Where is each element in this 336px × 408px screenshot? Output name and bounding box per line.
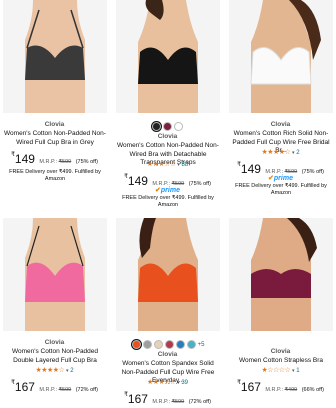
rating[interactable]: ★★★☆☆ ▾ 88 — [113, 161, 222, 169]
chevron-down-icon: ▾ — [292, 368, 295, 374]
price: 167 — [240, 380, 261, 394]
rating-count: 88 — [181, 162, 189, 168]
price-row: ₹167 M.R.P.: ₹599 (72% off) — [124, 392, 211, 406]
brand-label: Clovia — [157, 351, 178, 358]
price: 167 — [14, 380, 35, 394]
color-swatch[interactable] — [175, 340, 185, 349]
chevron-down-icon: ▾ — [66, 368, 69, 374]
color-swatch[interactable] — [174, 122, 183, 131]
rating-count: 1 — [296, 368, 300, 374]
more-colors-link[interactable]: +5 — [198, 342, 205, 348]
brand-label: Clovia — [270, 348, 291, 355]
price-row: ₹167 M.R.P.: ₹599 (72% off) — [11, 380, 98, 394]
rating-count: 2 — [296, 150, 300, 156]
color-swatch[interactable] — [152, 122, 161, 131]
color-swatch[interactable] — [131, 340, 141, 349]
rating[interactable]: ★★★★☆ ▾ 2 — [0, 367, 109, 375]
star-rating: ★★★½☆ — [147, 379, 176, 386]
product-image[interactable] — [229, 218, 333, 331]
chevron-down-icon: ▾ — [177, 162, 180, 168]
rating[interactable]: ★★★½☆ ▾ 39 — [113, 379, 222, 387]
chevron-down-icon: ▾ — [177, 380, 180, 386]
discount: (75% off) — [75, 159, 98, 165]
color-swatch[interactable] — [164, 340, 174, 349]
product-image[interactable] — [116, 218, 220, 331]
product-title[interactable]: Women's Cotton Non-Padded Non-Wired Full… — [3, 130, 107, 147]
price: 149 — [14, 152, 35, 166]
rating[interactable]: ★★★★☆ ▾ 2 — [226, 149, 335, 157]
star-rating: ★★★★☆ — [261, 149, 291, 156]
discount: (66% off) — [301, 387, 324, 393]
brand-label: Clovia — [157, 133, 178, 140]
star-rating: ★★★☆☆ — [146, 161, 176, 168]
product-image[interactable] — [229, 0, 333, 113]
product-image[interactable] — [3, 218, 107, 331]
star-rating: ★☆☆☆☆ — [261, 367, 291, 374]
brand-label: Clovia — [44, 339, 65, 346]
color-swatches: +5 — [113, 340, 222, 349]
rating-count: 39 — [181, 380, 188, 386]
rating[interactable]: ★☆☆☆☆ ▾ 1 — [226, 367, 335, 375]
product-image[interactable] — [116, 0, 220, 113]
color-swatch[interactable] — [153, 340, 163, 349]
color-swatch[interactable] — [163, 122, 172, 131]
price: 167 — [127, 392, 148, 406]
brand-label: Clovia — [44, 121, 65, 128]
star-rating: ★★★★☆ — [35, 367, 65, 374]
discount: (72% off) — [75, 387, 98, 393]
brand-label: Clovia — [270, 121, 291, 128]
product-title[interactable]: Women Cotton Strapless Bra — [229, 357, 333, 366]
price-row: ₹149 M.R.P.: ₹599 (75% off) — [11, 152, 98, 166]
delivery-info: FREE Delivery over ₹499. Fulfilled by Am… — [235, 183, 327, 196]
prime-badge: ✔prime — [268, 175, 293, 182]
color-swatch[interactable] — [186, 340, 196, 349]
chevron-down-icon: ▾ — [292, 150, 295, 156]
rating-count: 2 — [70, 368, 74, 374]
color-swatches — [113, 122, 222, 131]
delivery-info: FREE Delivery over ₹499. Fulfilled by Am… — [122, 195, 214, 208]
price-row: ₹167 M.R.P.: ₹499 (66% off) — [237, 380, 324, 394]
color-swatch[interactable] — [142, 340, 152, 349]
prime-badge: ✔prime — [155, 187, 180, 194]
product-title[interactable]: Women's Cotton Non-Padded Double Layered… — [3, 348, 107, 365]
delivery-info: FREE Delivery over ₹499. Fulfilled by Am… — [9, 169, 101, 182]
product-image[interactable] — [3, 0, 107, 113]
